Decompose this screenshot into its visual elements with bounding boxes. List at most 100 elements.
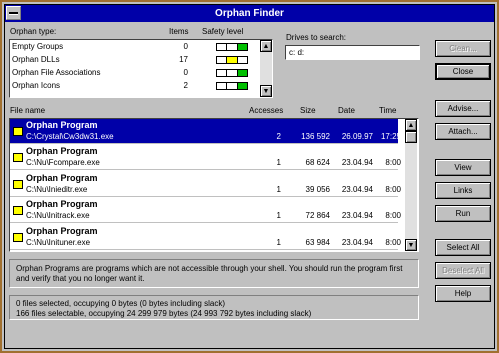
status-selected-text: 0 files selected, occupying 0 bytes (0 b… [16,299,225,308]
orphan-program-icon [13,206,23,216]
select-all-button[interactable]: Select All [435,239,491,256]
view-button[interactable]: View [435,159,491,176]
scroll-down-icon[interactable]: ▼ [405,239,417,251]
size-column-header[interactable]: Size [300,106,316,115]
drives-input-value: c: d: [289,48,305,57]
orphan-type-row[interactable]: Orphan File Associations 0 [10,68,250,79]
file-size: 63 984 [305,237,330,247]
file-title: Orphan Program [26,225,98,236]
system-menu-button[interactable] [6,6,21,20]
minus-icon [9,12,18,14]
file-accesses: 1 [276,211,281,221]
file-title: Orphan Program [26,199,98,210]
file-path: C:\Nu\Initrack.exe [26,211,90,221]
file-path: C:\Nu\Inieditr.exe [26,184,88,194]
file-title: Orphan Program [26,146,98,157]
filename-column-header[interactable]: File name [10,106,45,115]
file-list-row[interactable]: Orphan Program C:\Nu\Fcompare.exe 1 68 624 2… [10,145,401,171]
time-column-header[interactable]: Time [379,106,396,115]
drives-input[interactable]: c: d: [285,45,420,60]
date-column-header[interactable]: Date [338,106,355,115]
orphan-type-row[interactable]: Orphan DLLs 17 [10,55,250,66]
file-size: 72 864 [305,211,330,221]
orphan-program-icon [13,127,23,136]
file-date: 23.04.94 [341,237,373,247]
file-time: 8:00 [385,184,401,194]
scroll-down-icon[interactable]: ▼ [260,85,272,97]
file-date: 23.04.94 [341,184,373,194]
help-button[interactable]: Help [435,285,491,302]
orphan-type-items: 2 [183,81,188,90]
status-selectable-text: 166 files selectable, occupying 24 299 9… [16,309,312,318]
drives-label: Drives to search: [286,33,347,42]
orphan-type-row[interactable]: Empty Groups 0 [10,42,250,53]
window-title: Orphan Finder [215,8,284,19]
accesses-column-header[interactable]: Accesses [249,106,283,115]
clean-button[interactable]: Clean... [435,40,491,57]
safety-segment [217,44,228,50]
items-column-header: Items [169,27,189,36]
safety-segment [227,70,238,76]
file-list-rows: Orphan Program C:\Crystal\Cw3dw31.exe 2 136… [10,119,403,251]
status-panel: 0 files selected, occupying 0 bytes (0 b… [9,295,419,320]
file-path: C:\Nu\Inituner.exe [26,237,91,247]
attach-button[interactable]: Attach... [435,123,491,140]
advise-button[interactable]: Advise... [435,100,491,117]
safety-level-indicator [216,43,248,51]
file-list-scrollbar[interactable]: ▲ ▼ [405,119,417,251]
safety-column-header: Safety level [202,27,244,36]
deselect-all-button[interactable]: Deselect All [435,262,491,279]
safety-segment [227,57,238,63]
file-time: 8:00 [385,237,401,247]
orphan-type-name: Orphan DLLs [12,55,60,64]
file-title: Orphan Program [26,120,98,130]
file-accesses: 1 [276,237,281,247]
safety-segment [217,57,228,63]
title-bar[interactable]: Orphan Finder [5,5,494,22]
file-size: 68 624 [305,158,330,168]
description-text: Orphan Programs are programs which are n… [16,264,403,283]
safety-segment [217,83,228,89]
file-size: 136 592 [301,132,330,141]
file-list[interactable]: Orphan Program C:\Crystal\Cw3dw31.exe 2 136… [9,118,419,252]
file-size: 39 056 [305,184,330,194]
scroll-thumb[interactable] [405,131,417,143]
file-time: 17:25 [380,132,401,141]
orphan-type-list[interactable]: Empty Groups 0 Orphan DLLs 17 Orphan File As… [9,39,273,98]
file-time: 8:00 [385,158,401,168]
file-accesses: 1 [276,184,281,194]
safety-segment [227,83,238,89]
file-date: 23.04.94 [341,211,373,221]
scroll-up-icon[interactable]: ▲ [260,40,272,52]
orphan-finder-window: Orphan Finder Orphan type: Items Safety … [0,0,499,353]
orphan-type-row[interactable]: Orphan Icons 2 [10,81,250,92]
orphan-type-rows: Empty Groups 0 Orphan DLLs 17 Orphan File As… [10,40,260,97]
links-button[interactable]: Links [435,182,491,199]
orphan-type-label: Orphan type: [10,27,57,36]
file-list-row[interactable]: Orphan Program C:\Crystal\Cw3dw31.exe 2 136… [10,119,401,144]
file-title: Orphan Program [26,172,98,183]
scroll-up-icon[interactable]: ▲ [405,119,417,131]
file-list-row[interactable]: Orphan Program C:\Nu\Inituner.exe 1 63 984 2… [10,225,401,250]
window-client: Orphan Finder Orphan type: Items Safety … [4,4,495,349]
orphan-type-name: Orphan File Associations [12,68,101,77]
file-list-row[interactable]: Orphan Program C:\Nu\Inieditr.exe 1 39 056 2… [10,172,401,197]
orphan-program-icon [13,153,23,163]
safety-segment [227,44,238,50]
orphan-type-items: 17 [179,55,188,64]
safety-segment [237,44,247,50]
file-path: C:\Crystal\Cw3dw31.exe [26,132,114,141]
run-button[interactable]: Run [435,205,491,222]
close-button[interactable]: Close [435,63,491,80]
file-accesses: 1 [276,158,281,168]
file-accesses: 2 [276,132,281,141]
file-time: 8:00 [385,211,401,221]
description-panel: Orphan Programs are programs which are n… [9,259,419,288]
orphan-type-scrollbar[interactable]: ▲ ▼ [260,40,272,97]
orphan-type-name: Orphan Icons [12,81,61,90]
file-list-row[interactable]: Orphan Program C:\Nu\Initrack.exe 1 72 864 2… [10,198,401,224]
orphan-program-icon [13,232,23,242]
orphan-type-items: 0 [183,42,188,51]
file-date: 23.04.94 [341,158,373,168]
safety-level-indicator [216,69,248,77]
